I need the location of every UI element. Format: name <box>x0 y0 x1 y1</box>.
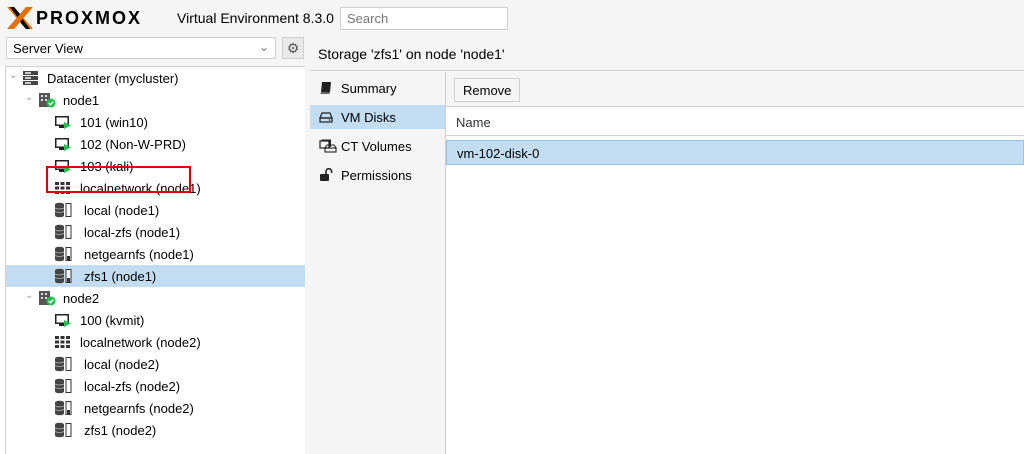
disk-name-cell: vm-102-disk-0 <box>457 146 540 161</box>
highlight-box <box>46 166 191 193</box>
tree-item-node2[interactable]: ⌄ node2 <box>6 287 305 309</box>
tree-item-label: 101 (win10) <box>80 115 148 130</box>
tree-item-local-node1[interactable]: local (node1) <box>6 199 305 221</box>
view-bar: Server View ⌄ ⚙ <box>0 37 305 66</box>
node-online-icon <box>39 93 56 108</box>
tree-item-localnetwork-node2[interactable]: localnetwork (node2) <box>6 331 305 353</box>
tree-item-vm-101[interactable]: 101 (win10) <box>6 111 305 133</box>
tree-item-vm-102[interactable]: 102 (Non-W-PRD) <box>6 133 305 155</box>
vm-disks-view: Remove Name vm-102-disk-0 <box>446 72 1024 454</box>
page-title: Storage 'zfs1' on node 'node1' <box>318 46 505 62</box>
chevron-down-icon: ⌄ <box>258 40 269 54</box>
nav-item-vm-disks[interactable]: VM Disks <box>310 105 445 129</box>
sdn-grid-icon <box>55 336 70 348</box>
tree-item-label: node1 <box>63 93 100 108</box>
nav-item-summary[interactable]: Summary <box>310 76 445 100</box>
tree-item-label: 100 (kvmit) <box>80 313 145 328</box>
nav-item-permissions[interactable]: Permissions <box>310 163 445 187</box>
nav-item-ct-volumes[interactable]: CT Volumes <box>310 134 445 158</box>
panel-title-bar: Storage 'zfs1' on node 'node1' <box>310 37 1024 71</box>
storage-icon <box>54 422 72 438</box>
tree-item-label: local (node1) <box>84 203 160 218</box>
proxmox-x-icon <box>7 7 33 29</box>
tree-item-label: zfs1 (node2) <box>84 423 157 438</box>
expander-icon[interactable]: ⌄ <box>25 290 33 301</box>
content-panel: Storage 'zfs1' on node 'node1' Summary V… <box>310 37 1024 454</box>
brand-name: PROXMOX <box>36 7 143 28</box>
ct-volumes-icon <box>319 139 337 153</box>
tree-item-zfs1-node2[interactable]: zfs1 (node2) <box>6 419 305 441</box>
storage-icon <box>54 400 72 416</box>
resource-tree-panel: Server View ⌄ ⚙ ⌄ Datacenter (mycluster)… <box>0 37 305 454</box>
nav-item-label: Summary <box>341 81 397 96</box>
storage-icon <box>54 268 72 284</box>
column-header-label: Name <box>456 115 491 130</box>
tree-item-local-zfs-node1[interactable]: local-zfs (node1) <box>6 221 305 243</box>
nav-item-label: CT Volumes <box>341 139 412 154</box>
tree-item-netgearnfs-node1[interactable]: netgearnfs (node1) <box>6 243 305 265</box>
storage-icon <box>54 202 72 218</box>
tree-item-label: netgearnfs (node2) <box>84 401 194 416</box>
hdd-icon <box>319 112 333 123</box>
top-header: PROXMOX Virtual Environment 8.3.0 <box>0 0 1024 37</box>
expander-icon[interactable]: ⌄ <box>9 70 17 81</box>
search-input[interactable] <box>340 7 508 30</box>
tree-item-datacenter[interactable]: ⌄ Datacenter (mycluster) <box>6 67 305 89</box>
column-header-name[interactable]: Name <box>446 108 1024 136</box>
storage-icon <box>54 246 72 262</box>
tree-item-local-zfs-node2[interactable]: local-zfs (node2) <box>6 375 305 397</box>
gear-button[interactable]: ⚙ <box>282 37 304 59</box>
toolbar: Remove <box>446 72 1024 107</box>
vm-running-icon <box>55 116 71 129</box>
proxmox-logo[interactable]: PROXMOX <box>6 6 142 30</box>
datacenter-icon <box>23 71 38 85</box>
view-select[interactable]: Server View ⌄ <box>6 37 276 59</box>
view-select-value: Server View <box>13 41 83 56</box>
unlock-icon <box>320 168 333 181</box>
tree-item-label: netgearnfs (node1) <box>84 247 194 262</box>
remove-button[interactable]: Remove <box>454 78 521 102</box>
tree-item-label: local-zfs (node2) <box>84 379 181 394</box>
table-row[interactable]: vm-102-disk-0 <box>446 140 1024 165</box>
nav-item-label: VM Disks <box>341 110 396 125</box>
gear-icon: ⚙ <box>286 39 300 56</box>
storage-icon <box>54 378 72 394</box>
tree-item-zfs1-node1[interactable]: zfs1 (node1) <box>6 265 305 287</box>
nav-item-label: Permissions <box>341 168 412 183</box>
storage-nav: Summary VM Disks CT Volumes Permissions <box>310 72 446 454</box>
tree-item-label: localnetwork (node2) <box>80 335 201 350</box>
tree-item-label: node2 <box>63 291 100 306</box>
book-icon <box>320 82 331 94</box>
storage-icon <box>54 224 72 240</box>
expander-icon[interactable]: ⌄ <box>25 92 33 103</box>
tree-item-label: zfs1 (node1) <box>84 269 157 284</box>
tree-item-node1[interactable]: ⌄ node1 <box>6 89 305 111</box>
vm-running-icon <box>55 314 71 327</box>
tree-item-label: 102 (Non-W-PRD) <box>80 137 186 152</box>
version-label: Virtual Environment 8.3.0 <box>177 10 334 26</box>
tree-item-label: local-zfs (node1) <box>84 225 181 240</box>
tree-item-netgearnfs-node2[interactable]: netgearnfs (node2) <box>6 397 305 419</box>
tree-item-label: local (node2) <box>84 357 160 372</box>
vm-stopped-icon <box>55 138 71 151</box>
storage-icon <box>54 356 72 372</box>
tree-item-label: Datacenter (mycluster) <box>47 71 179 86</box>
tree-item-local-node2[interactable]: local (node2) <box>6 353 305 375</box>
resource-tree: ⌄ Datacenter (mycluster) ⌄ node1 101 (wi… <box>5 66 305 454</box>
tree-item-vm-100[interactable]: 100 (kvmit) <box>6 309 305 331</box>
node-online-icon <box>39 291 56 306</box>
